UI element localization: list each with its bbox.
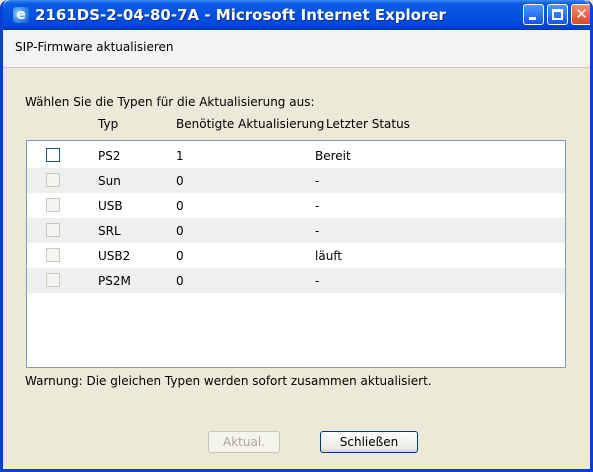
type-checkbox bbox=[46, 273, 60, 287]
type-cell: SRL bbox=[98, 224, 121, 238]
type-checkbox bbox=[46, 173, 60, 187]
ie-icon: e bbox=[13, 7, 29, 23]
warning-text: Warnung: Die gleichen Typen werden sofor… bbox=[25, 374, 432, 388]
status-cell: - bbox=[315, 199, 320, 213]
close-button[interactable]: Schließen bbox=[320, 431, 418, 453]
column-header-status: Letzter Status bbox=[326, 117, 410, 131]
status-cell: - bbox=[315, 174, 320, 188]
status-cell: - bbox=[315, 274, 320, 288]
update-cell: 0 bbox=[176, 224, 184, 238]
minimize-icon bbox=[529, 17, 536, 20]
table-row: SRL 0 - bbox=[27, 218, 565, 243]
type-cell: USB bbox=[98, 199, 123, 213]
table-row: PS2M 0 - bbox=[27, 268, 565, 293]
update-cell: 0 bbox=[176, 174, 184, 188]
status-cell: Bereit bbox=[315, 149, 351, 163]
table-row: PS2 1 Bereit bbox=[27, 143, 565, 168]
status-cell: läuft bbox=[315, 249, 343, 263]
dialog-title: SIP-Firmware aktualisieren bbox=[15, 40, 174, 54]
update-cell: 0 bbox=[176, 249, 184, 263]
type-cell: USB2 bbox=[98, 249, 131, 263]
update-cell: 0 bbox=[176, 199, 184, 213]
firmware-type-list: PS2 1 Bereit Sun 0 - USB 0 - SRL 0 - USB… bbox=[26, 140, 566, 368]
update-cell: 0 bbox=[176, 274, 184, 288]
update-cell: 1 bbox=[176, 149, 184, 163]
update-button: Aktual. bbox=[208, 431, 280, 453]
type-cell: PS2 bbox=[98, 149, 121, 163]
table-row: Sun 0 - bbox=[27, 168, 565, 193]
type-checkbox bbox=[46, 198, 60, 212]
table-row: USB2 0 läuft bbox=[27, 243, 565, 268]
maximize-button[interactable] bbox=[547, 4, 568, 25]
instruction-text: Wählen Sie die Typen für die Aktualisier… bbox=[25, 95, 315, 109]
window-title: 2161DS-2-04-80-7A - Microsoft Internet E… bbox=[35, 6, 446, 24]
column-header-update: Benötigte Aktualisierung bbox=[176, 117, 325, 131]
type-cell: Sun bbox=[98, 174, 121, 188]
maximize-icon bbox=[552, 9, 563, 20]
type-cell: PS2M bbox=[98, 274, 131, 288]
status-cell: - bbox=[315, 224, 320, 238]
close-window-button[interactable]: ✕ bbox=[571, 4, 590, 25]
browser-window: e 2161DS-2-04-80-7A - Microsoft Internet… bbox=[0, 0, 593, 472]
table-row: USB 0 - bbox=[27, 193, 565, 218]
type-checkbox[interactable] bbox=[46, 148, 60, 162]
title-bar[interactable]: e 2161DS-2-04-80-7A - Microsoft Internet… bbox=[3, 0, 590, 30]
column-header-type: Typ bbox=[98, 117, 119, 131]
minimize-button[interactable] bbox=[523, 4, 544, 25]
type-checkbox bbox=[46, 248, 60, 262]
type-checkbox bbox=[46, 223, 60, 237]
dialog-header: SIP-Firmware aktualisieren bbox=[3, 30, 590, 68]
close-icon: ✕ bbox=[575, 5, 588, 23]
